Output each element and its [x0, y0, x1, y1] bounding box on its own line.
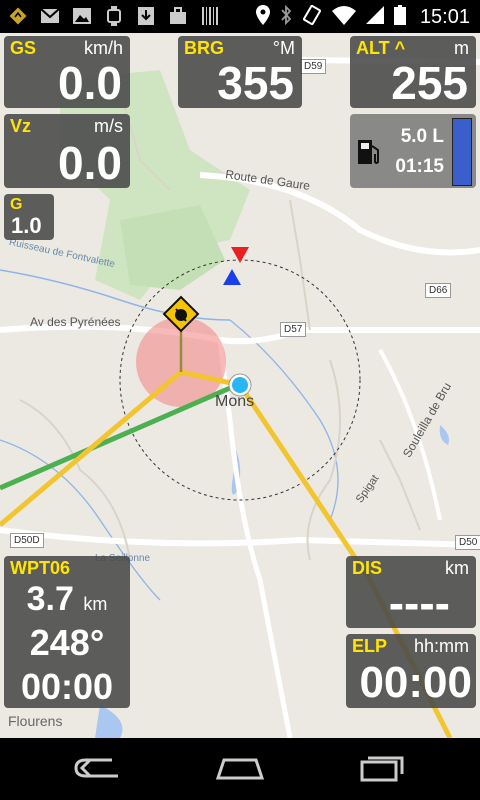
brg-value: 355 [217, 57, 294, 109]
road-sign-d59: D59 [300, 59, 327, 74]
dis-label: DIS [352, 558, 383, 578]
bluetooth-icon [280, 4, 292, 30]
waypoint-distance-row: 3.7 km [4, 580, 130, 619]
elp-value: 00:00 [359, 658, 472, 707]
road-sign-d50d: D50D [10, 533, 44, 548]
navigation-bar [0, 738, 480, 800]
gs-label: GS [10, 38, 37, 58]
fuel-volume: 5.0 L [400, 126, 444, 147]
brg-unit: °M [272, 38, 295, 58]
alt-value: 255 [391, 57, 468, 109]
fuel-level-bar [452, 118, 472, 186]
g-panel[interactable]: G 1.0 [4, 194, 54, 240]
system-status: 15:01 [255, 4, 470, 30]
clock: 15:01 [419, 6, 470, 28]
map-label-flourens: Flourens [8, 713, 63, 729]
dis-panel[interactable]: DIS km ---- [346, 556, 476, 628]
current-position-icon[interactable] [228, 373, 252, 397]
wifi-icon [331, 5, 356, 30]
notification-icons [8, 6, 220, 26]
road-sign-d57: D57 [280, 322, 307, 337]
barcode-icon [200, 6, 220, 26]
waypoint-bearing: 248° [29, 622, 105, 663]
recent-apps-button[interactable] [350, 752, 410, 786]
waypoint-label: WPT06 [10, 558, 71, 578]
fuel-time: 01:15 [395, 156, 444, 177]
fuel-pump-icon [356, 136, 382, 171]
gs-value: 0.0 [58, 57, 122, 109]
dis-unit: km [445, 558, 469, 578]
waypoint-marker-icon[interactable] [162, 295, 200, 333]
navigation-icon [8, 6, 28, 26]
waypoint-time: 00:00 [20, 666, 114, 707]
alt-label: ALT ^ [356, 38, 406, 58]
elp-unit: hh:mm [413, 636, 469, 656]
road-sign-d50: D50 [455, 535, 480, 550]
brg-label: BRG [184, 38, 224, 58]
vz-panel[interactable]: Vz m/s 0.0 [4, 114, 130, 188]
map-label-pyrenees: Av des Pyrénées [30, 315, 121, 329]
download-icon [136, 6, 156, 26]
bag-icon [168, 6, 188, 26]
heading-marker-icon [230, 245, 250, 265]
battery-icon [393, 5, 406, 30]
waypoint-distance-unit: km [83, 594, 108, 614]
gmail-icon [40, 6, 60, 26]
g-value: 1.0 [11, 213, 42, 238]
status-bar: 15:01 [0, 0, 480, 33]
gs-unit: km/h [83, 38, 123, 58]
road-sign-d66: D66 [425, 283, 452, 298]
back-button[interactable] [70, 752, 130, 786]
vz-value: 0.0 [58, 137, 122, 189]
image-icon [72, 6, 92, 26]
vz-unit: m/s [94, 116, 123, 136]
waypoint-distance: 3.7 [26, 580, 74, 618]
g-label: G [10, 196, 23, 213]
alt-panel[interactable]: ALT ^ m 255 [350, 36, 476, 108]
waypoint-panel[interactable]: WPT06 3.7 km 248° 00:00 [4, 556, 130, 708]
location-icon [255, 5, 270, 30]
watch-icon [104, 6, 124, 26]
vz-label: Vz [10, 116, 32, 136]
elp-label: ELP [352, 636, 388, 656]
fuel-panel[interactable]: 5.0 L 01:15 [350, 114, 476, 188]
home-button[interactable] [210, 752, 270, 786]
vibrate-icon [302, 4, 322, 30]
gs-panel[interactable]: GS km/h 0.0 [4, 36, 130, 108]
brg-panel[interactable]: BRG °M 355 [178, 36, 302, 108]
signal-icon [365, 6, 384, 29]
elp-panel[interactable]: ELP hh:mm 00:00 [346, 634, 476, 708]
alt-unit: m [454, 38, 469, 58]
bearing-marker-icon [222, 267, 242, 287]
dis-value: ---- [388, 577, 450, 629]
